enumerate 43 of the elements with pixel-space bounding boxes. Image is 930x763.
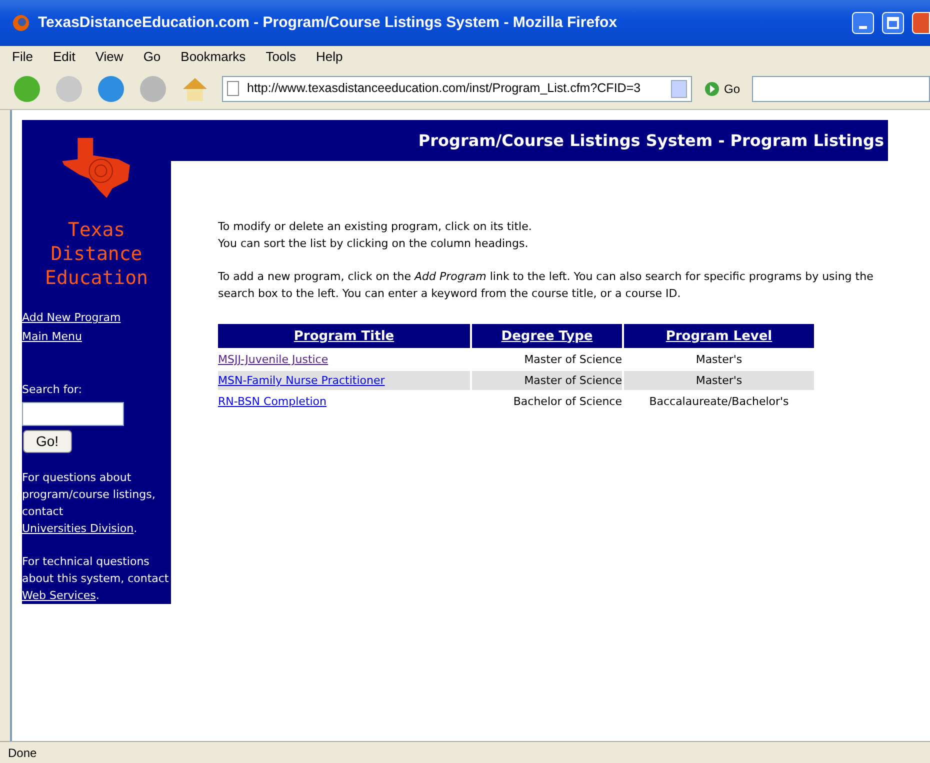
program-link[interactable]: MSN-Family Nurse Practitioner <box>218 374 385 387</box>
close-button[interactable] <box>912 12 930 34</box>
sidebar-link[interactable]: Main Menu <box>22 329 82 346</box>
url-text: http://www.texasdistanceeducation.com/inst/Program_List.cfm?CFID=3 <box>247 80 642 98</box>
logo-text: Texas <box>68 218 126 242</box>
maximize-button[interactable] <box>882 12 904 34</box>
go-button[interactable]: Go! <box>23 430 72 453</box>
search-field[interactable] <box>752 76 930 102</box>
address-field[interactable]: http://www.texasdistanceeducation.com/inst/Program_List.cfm?CFID=3 <box>222 76 692 102</box>
help-link[interactable]: Universities Division <box>22 522 134 535</box>
window-title: TexasDistanceEducation.com - Program/Course Listings System - Mozilla Firefox <box>38 12 618 33</box>
search-label: Search for: <box>22 382 83 398</box>
menu-item[interactable]: Edit <box>52 47 76 67</box>
go-button[interactable]: Go <box>724 80 740 98</box>
minimize-button[interactable] <box>852 12 874 34</box>
page-icon <box>227 81 239 96</box>
help-text: For technical questions about this system, contact Web Services. <box>22 554 170 604</box>
menu-item[interactable]: File <box>12 47 33 67</box>
status-text: Done <box>8 744 37 762</box>
column-header[interactable]: Program Title <box>218 324 470 348</box>
column-header[interactable]: Degree Type <box>472 324 622 348</box>
instruction-text: To add a new program, click on the Add Program link to the left. You can also search for specific programs by using the search box to the left. You can enter a keyword from the course title, or a course ID. <box>218 269 874 302</box>
page-heading: Program/Course Listings System - Program Listings <box>418 130 884 152</box>
menu-item[interactable]: View <box>95 47 124 67</box>
menu-item[interactable]: Help <box>316 47 343 67</box>
instruction-text: You can sort the list by clicking on the column headings. <box>218 236 530 252</box>
go-icon[interactable] <box>704 80 720 96</box>
logo-text: Distance <box>50 242 142 266</box>
help-link[interactable]: Web Services <box>22 588 96 602</box>
program-link[interactable]: RN-BSN Completion <box>218 395 327 408</box>
table-cell: Master of Science <box>472 371 622 390</box>
menu-item[interactable]: Go <box>143 47 161 67</box>
column-header[interactable]: Program Level <box>624 324 814 348</box>
search-input[interactable] <box>22 402 124 426</box>
menu-item[interactable]: Bookmarks <box>180 47 246 67</box>
help-text: For questions about program/course listings, contact Universities Division. <box>22 470 156 537</box>
instruction-text: To modify or delete an existing program, click on its title. <box>218 219 533 235</box>
program-link[interactable]: MSJJ-Juvenile Justice <box>218 353 328 366</box>
sidebar-link[interactable]: Add New Program <box>22 310 121 326</box>
logo-text: Education <box>45 266 148 290</box>
dropdown-icon[interactable] <box>671 80 687 98</box>
table-cell: Master's <box>624 371 814 390</box>
menu-item[interactable]: Tools <box>266 47 296 67</box>
